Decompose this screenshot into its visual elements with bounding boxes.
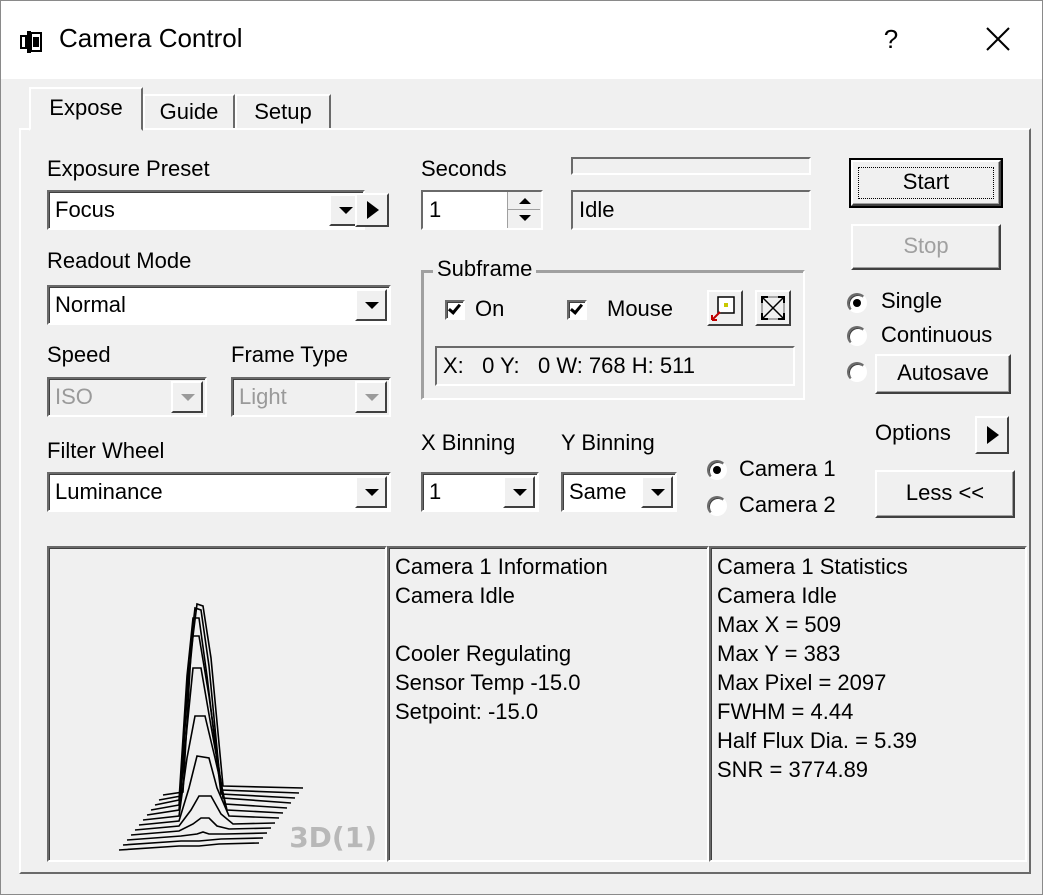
filter-wheel-dropdown-button[interactable] — [355, 476, 387, 508]
subframe-select-button[interactable] — [707, 290, 743, 326]
chevron-down-icon — [181, 394, 195, 401]
stats-line: Max X = 509 — [717, 612, 842, 637]
x-binning-dropdown[interactable]: 1 — [421, 472, 539, 512]
checkmark-icon — [569, 301, 584, 315]
start-button[interactable]: Start — [849, 158, 1003, 208]
chevron-down-icon — [513, 489, 527, 496]
frame-type-dropdown[interactable]: Light — [231, 377, 391, 417]
camera1-radio[interactable] — [707, 460, 727, 480]
stop-button[interactable]: Stop — [851, 224, 1001, 270]
speed-label: Speed — [47, 342, 111, 367]
autosave-radio[interactable] — [847, 362, 867, 382]
subframe-coordinates-field: X: 0 Y: 0 W: 768 H: 511 — [435, 346, 795, 386]
frame-type-dropdown-button[interactable] — [355, 381, 387, 413]
stats-line: Max Pixel = 2097 — [717, 670, 887, 695]
subframe-full-frame-button[interactable] — [755, 290, 791, 326]
expose-tab-panel: Exposure Preset Focus Seconds 1 Idle Sta… — [19, 128, 1031, 874]
spin-up-icon[interactable] — [508, 192, 540, 210]
x-binning-dropdown-button[interactable] — [503, 476, 535, 508]
window-title: Camera Control — [59, 23, 243, 53]
y-binning-label: Y Binning — [561, 430, 655, 455]
star-profile-plot[interactable]: 3D(1) — [47, 546, 387, 862]
close-button[interactable] — [976, 19, 1020, 59]
star-3d-profile-graphic — [118, 602, 304, 851]
chevron-down-icon — [365, 302, 379, 309]
help-button[interactable]: ? — [871, 19, 911, 59]
expand-icon — [761, 296, 785, 320]
camera1-label[interactable]: Camera 1 — [739, 456, 836, 482]
plot-mode-label: 3D(1) — [289, 821, 377, 854]
info-line: Cooler Regulating — [395, 641, 572, 666]
close-icon — [986, 27, 1010, 51]
single-label[interactable]: Single — [881, 288, 942, 314]
exposure-preset-dropdown[interactable]: Focus — [47, 190, 365, 230]
camera2-label[interactable]: Camera 2 — [739, 492, 836, 518]
speed-dropdown-button[interactable] — [171, 381, 203, 413]
info-line: Sensor Temp -15.0 — [395, 670, 581, 695]
filter-wheel-dropdown[interactable]: Luminance — [47, 472, 391, 512]
camera-information-pane: Camera 1 Information Camera Idle Cooler … — [387, 546, 709, 862]
exposure-progress-bar — [571, 157, 811, 175]
play-arrow-icon — [987, 426, 999, 444]
continuous-label[interactable]: Continuous — [881, 322, 992, 348]
camera2-radio[interactable] — [707, 496, 727, 516]
exposure-preset-menu-button[interactable] — [355, 193, 389, 227]
spin-down-icon[interactable] — [508, 210, 540, 228]
less-button[interactable]: Less << — [875, 470, 1015, 518]
chevron-down-icon — [365, 394, 379, 401]
title-bar[interactable]: Camera Control ? — [1, 1, 1042, 79]
options-button[interactable] — [975, 416, 1009, 454]
tab-expose[interactable]: Expose — [29, 87, 143, 131]
info-line: Camera Idle — [395, 583, 515, 608]
stats-line: SNR = 3774.89 — [717, 757, 869, 782]
checkmark-icon — [447, 301, 462, 315]
seconds-label: Seconds — [421, 156, 507, 181]
radio-selected-dot — [713, 466, 721, 474]
frame-type-label: Frame Type — [231, 342, 348, 367]
speed-dropdown[interactable]: ISO — [47, 377, 207, 417]
subframe-on-label[interactable]: On — [475, 296, 504, 322]
chevron-down-icon — [365, 489, 379, 496]
radio-selected-dot — [853, 299, 861, 307]
y-binning-dropdown[interactable]: Same — [561, 472, 677, 512]
tab-guide[interactable]: Guide — [143, 94, 235, 130]
tab-setup[interactable]: Setup — [235, 94, 331, 130]
chevron-down-icon — [651, 489, 665, 496]
exposure-preset-label: Exposure Preset — [47, 156, 210, 181]
x-binning-label: X Binning — [421, 430, 516, 455]
app-icon — [20, 31, 42, 53]
stats-line: Camera 1 Statistics — [717, 554, 908, 579]
stats-line: Max Y = 383 — [717, 641, 841, 666]
readout-mode-label: Readout Mode — [47, 248, 192, 273]
y-binning-dropdown-button[interactable] — [641, 476, 673, 508]
stats-line: Camera Idle — [717, 583, 837, 608]
subframe-on-checkbox[interactable] — [445, 300, 465, 320]
autosave-button[interactable]: Autosave — [875, 354, 1011, 394]
chevron-down-icon — [339, 207, 353, 214]
play-arrow-icon — [367, 201, 379, 219]
stats-line: Half Flux Dia. = 5.39 — [717, 728, 917, 753]
filter-wheel-label: Filter Wheel — [47, 438, 165, 463]
status-field: Idle — [571, 190, 811, 230]
subframe-group: Subframe On Mouse X: 0 Y: 0 W: 768 H: 51… — [421, 256, 805, 400]
options-label: Options — [875, 420, 951, 445]
single-radio[interactable] — [847, 293, 867, 313]
info-line: Camera 1 Information — [395, 554, 608, 579]
seconds-spinner[interactable]: 1 — [421, 190, 543, 230]
readout-mode-dropdown-button[interactable] — [355, 289, 387, 321]
continuous-radio[interactable] — [847, 326, 867, 346]
subframe-mouse-checkbox[interactable] — [567, 300, 587, 320]
subframe-select-icon — [711, 296, 735, 321]
stats-line: FWHM = 4.44 — [717, 699, 854, 724]
readout-mode-dropdown[interactable]: Normal — [47, 285, 391, 325]
camera-statistics-pane: Camera 1 Statistics Camera Idle Max X = … — [709, 546, 1027, 862]
camera-control-window: Camera Control ? Expose Guide Setup Expo… — [0, 0, 1043, 895]
subframe-mouse-label[interactable]: Mouse — [607, 296, 673, 322]
info-line: Setpoint: -15.0 — [395, 699, 539, 724]
subframe-group-title: Subframe — [433, 256, 537, 282]
seconds-spin-buttons[interactable] — [507, 192, 541, 228]
